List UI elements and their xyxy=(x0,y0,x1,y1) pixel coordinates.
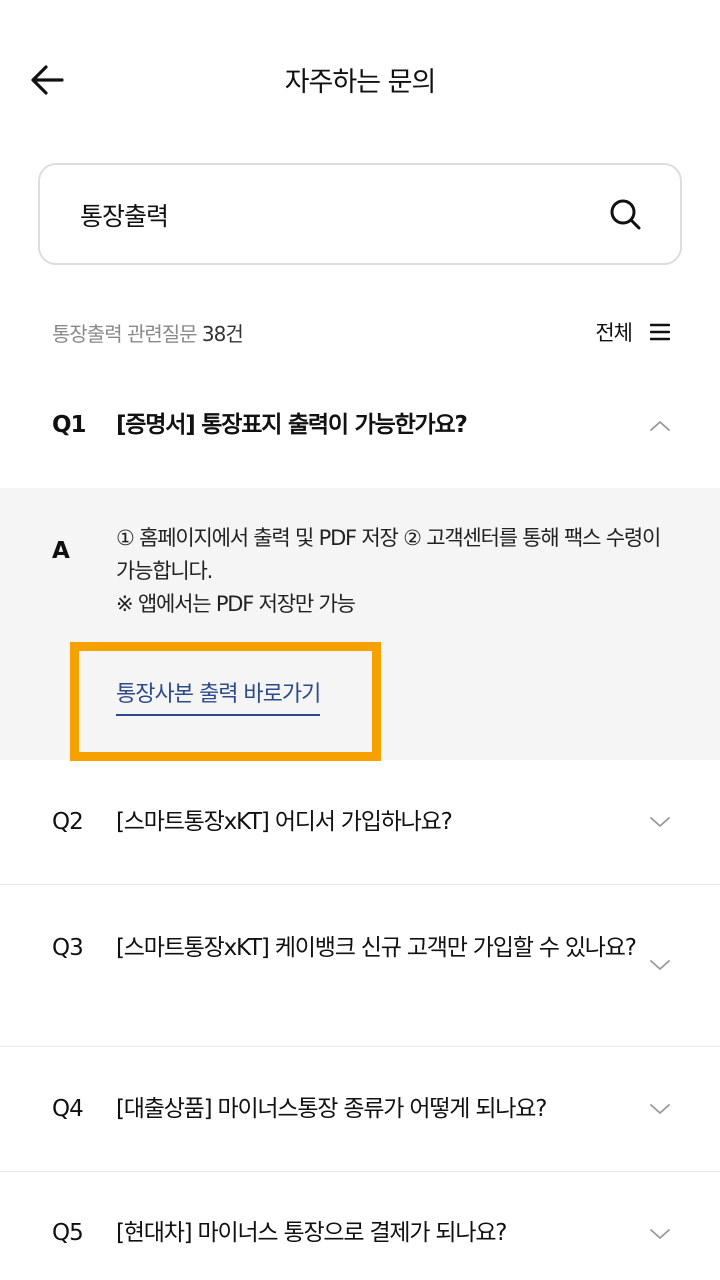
answer-label: A xyxy=(52,538,70,564)
result-summary-label: 통장출력 관련질문 xyxy=(52,322,202,346)
chevron-up-icon xyxy=(650,421,670,431)
chevron-down-icon xyxy=(650,960,670,970)
faq-number: Q4 xyxy=(52,1096,84,1122)
faq-item-q3[interactable]: Q3 [스마트통장xKT] 케이뱅크 신규 고객만 가입할 수 있나요? xyxy=(0,885,720,1046)
passbook-copy-print-link[interactable]: 통장사본 출력 바로가기 xyxy=(116,676,321,716)
faq-number: Q1 xyxy=(52,412,87,438)
faq-answer-q1: A ① 홈페이지에서 출력 및 PDF 저장 ② 고객센터를 통해 팩스 수령이… xyxy=(0,488,720,760)
faq-screen: 자주하는 문의 통장출력 관련질문 38건 전체 Q1 [증명서] 통장표지 출… xyxy=(0,0,720,1280)
faq-number: Q2 xyxy=(52,809,84,835)
faq-question: [스마트통장xKT] 케이뱅크 신규 고객만 가입할 수 있나요? xyxy=(116,935,637,961)
search-input[interactable] xyxy=(80,193,580,237)
app-header: 자주하는 문의 xyxy=(0,0,720,160)
answer-text: ① 홈페이지에서 출력 및 PDF 저장 ② 고객센터를 통해 팩스 수령이 가… xyxy=(116,522,676,621)
answer-note: ※ 앱에서는 PDF 저장만 가능 xyxy=(116,592,356,616)
result-count: 38건 xyxy=(201,322,244,346)
search-icon xyxy=(610,199,641,230)
answer-line: ① 홈페이지에서 출력 및 PDF 저장 ② 고객센터를 통해 팩스 수령이 가… xyxy=(116,526,661,583)
chevron-down-icon xyxy=(650,1104,670,1114)
chevron-down-icon xyxy=(650,817,670,827)
faq-item-q5[interactable]: Q5 [현대차] 마이너스 통장으로 결제가 되나요? xyxy=(0,1172,720,1280)
search-box xyxy=(38,163,682,265)
search-button[interactable] xyxy=(606,195,646,235)
faq-question: [스마트통장xKT] 어디서 가입하나요? xyxy=(116,809,453,835)
faq-number: Q5 xyxy=(52,1220,84,1246)
faq-number: Q3 xyxy=(52,935,84,961)
faq-question: [현대차] 마이너스 통장으로 결제가 되나요? xyxy=(116,1220,508,1246)
faq-item-q1[interactable]: Q1 [증명서] 통장표지 출력이 가능한가요? xyxy=(0,392,720,488)
filter-button[interactable]: 전체 xyxy=(595,314,670,350)
faq-question: [증명서] 통장표지 출력이 가능한가요? xyxy=(116,412,468,438)
faq-question: [대출상품] 마이너스통장 종류가 어떻게 되나요? xyxy=(116,1096,547,1122)
faq-item-q4[interactable]: Q4 [대출상품] 마이너스통장 종류가 어떻게 되나요? xyxy=(0,1047,720,1171)
page-title: 자주하는 문의 xyxy=(284,67,437,98)
filter-label: 전체 xyxy=(595,321,633,345)
faq-item-q2[interactable]: Q2 [스마트통장xKT] 어디서 가입하나요? xyxy=(0,760,720,884)
chevron-down-icon xyxy=(650,1229,670,1239)
result-summary: 통장출력 관련질문 38건 xyxy=(52,318,244,347)
menu-icon xyxy=(650,323,670,341)
